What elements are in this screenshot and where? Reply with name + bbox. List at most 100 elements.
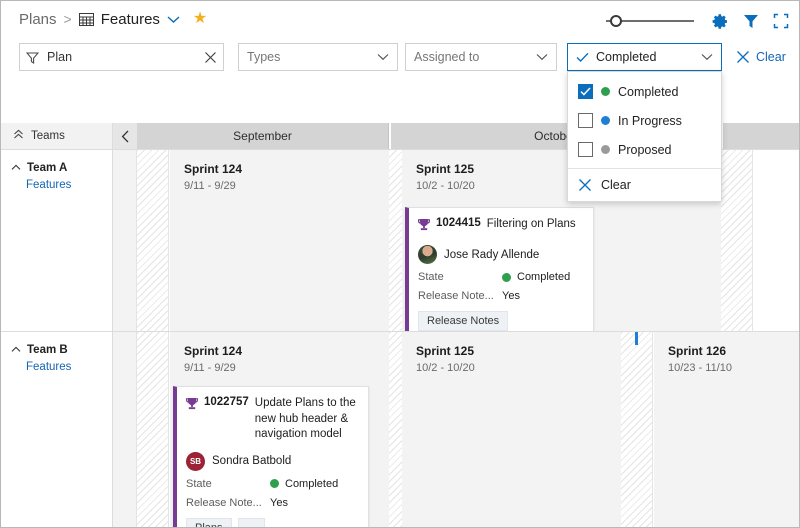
card-assignee: Jose Rady Allende: [418, 245, 583, 264]
breadcrumb-root[interactable]: Plans: [19, 11, 57, 28]
team-label: Team B: [27, 344, 68, 356]
types-filter-placeholder: Types: [247, 50, 281, 64]
state-option-in-progress[interactable]: In Progress: [568, 106, 721, 135]
assigned-to-filter-dropdown[interactable]: Assigned to: [405, 43, 557, 71]
card-field-release-note: Release Note... Yes: [186, 497, 358, 509]
row-gutter: [113, 332, 137, 527]
avatar: [418, 245, 437, 264]
card-title-row: 1024415 Filtering on Plans: [418, 217, 583, 236]
sprint-name: Sprint 125: [416, 344, 475, 358]
work-item-title: Update Plans to the new hub header & nav…: [254, 397, 356, 441]
hatched-gap: [137, 150, 169, 331]
sprint-name: Sprint 124: [184, 344, 243, 358]
card-field-release-note: Release Note... Yes: [418, 290, 583, 302]
zoom-slider[interactable]: [606, 12, 694, 30]
grid-icon: [78, 12, 94, 26]
chevron-down-icon[interactable]: [167, 15, 180, 24]
tag-chip[interactable]: Plans: [186, 517, 232, 527]
sprint-dates: 10/23 - 11/10: [668, 362, 733, 374]
field-value: Completed: [502, 271, 570, 283]
state-option-proposed[interactable]: Proposed: [568, 135, 721, 164]
hatched-gap: [721, 150, 753, 331]
star-icon[interactable]: ★: [193, 11, 207, 27]
funnel-icon[interactable]: [743, 13, 759, 29]
sprint-dates: 9/11 - 9/29: [184, 362, 236, 374]
card-tags: Plans …: [186, 517, 358, 527]
state-option-completed[interactable]: Completed: [568, 77, 721, 106]
field-value-text: Yes: [502, 290, 520, 302]
zoom-slider-thumb[interactable]: [610, 15, 622, 27]
status-dot-proposed: [601, 145, 610, 154]
close-icon: [578, 178, 592, 192]
chevron-down-icon: [701, 53, 713, 61]
checkbox-proposed[interactable]: [578, 142, 593, 157]
card-tags: Release Notes: [418, 311, 583, 331]
field-name: Release Note...: [418, 290, 494, 302]
trophy-icon: [186, 397, 198, 415]
chevron-up-icon[interactable]: [11, 344, 21, 356]
team-cell-b: Team B Features: [1, 332, 113, 527]
sprint-name: Sprint 126: [668, 344, 727, 358]
sprint-cell-124-a: Sprint 124 9/11 - 9/29: [170, 150, 389, 331]
checkbox-completed[interactable]: [578, 84, 593, 99]
state-option-label: In Progress: [618, 113, 682, 128]
double-chevron-up-icon[interactable]: [13, 129, 24, 143]
view-toolbar: [606, 9, 789, 33]
team-label: Team A: [27, 162, 68, 174]
hatched-gap: [137, 332, 169, 527]
teams-column-header[interactable]: Teams: [1, 123, 113, 149]
fullscreen-icon[interactable]: [773, 13, 789, 29]
status-dot-completed: [270, 479, 279, 489]
row-gutter: [113, 150, 137, 331]
clear-filters-button[interactable]: Clear: [736, 43, 786, 71]
today-marker: [635, 332, 638, 345]
team-cell-a: Team A Features: [1, 150, 113, 331]
tag-overflow-chip[interactable]: …: [237, 517, 265, 527]
state-filter-dropdown[interactable]: Completed: [567, 43, 722, 71]
hatched-gap: [621, 332, 653, 527]
sprint-cell-125-b: Sprint 125 10/2 - 10/20: [402, 332, 621, 527]
team-name-a[interactable]: Team A: [11, 162, 112, 174]
check-icon: [576, 52, 589, 63]
chevron-down-icon: [536, 53, 548, 61]
plan-filter-field[interactable]: Plan: [19, 43, 224, 71]
state-option-label: Proposed: [618, 142, 672, 157]
card-title-row: 1022757 Update Plans to the new hub head…: [186, 396, 358, 443]
work-item-title: Filtering on Plans: [486, 218, 576, 230]
field-name: State: [418, 271, 444, 283]
assigned-to-filter-placeholder: Assigned to: [414, 50, 480, 64]
field-value-text: Completed: [285, 477, 339, 490]
types-filter-dropdown[interactable]: Types: [238, 43, 398, 71]
field-value-text: Yes: [270, 496, 288, 509]
month-divider: [389, 123, 391, 149]
field-name: State: [186, 477, 212, 490]
field-value: Completed: [270, 478, 338, 490]
teams-column-label: Teams: [31, 130, 65, 142]
tag-chip[interactable]: Release Notes: [418, 311, 509, 331]
work-item-card[interactable]: 1024415 Filtering on Plans Jose Rady All…: [405, 207, 594, 340]
team-features-link-a[interactable]: Features: [26, 179, 112, 191]
month-header-september: September: [137, 123, 389, 149]
close-icon[interactable]: [204, 51, 217, 64]
sprint-dates: 10/2 - 10/20: [416, 362, 475, 374]
funnel-icon: [26, 51, 39, 64]
card-assignee: SB Sondra Batbold: [186, 451, 358, 471]
work-item-id: 1022757: [204, 396, 249, 408]
gear-icon[interactable]: [712, 13, 729, 30]
chevron-down-icon: [377, 53, 389, 61]
assignee-name: Sondra Batbold: [212, 455, 292, 468]
status-dot-completed: [502, 272, 511, 282]
state-menu-clear-button[interactable]: Clear: [568, 169, 721, 201]
breadcrumb-current[interactable]: Features: [101, 11, 160, 28]
checkbox-in-progress[interactable]: [578, 113, 593, 128]
chevron-up-icon[interactable]: [11, 162, 21, 174]
plans-timeline-window: Plans > Features ★ Plan Types Assigned t…: [0, 0, 800, 528]
state-option-label: Completed: [618, 84, 679, 99]
work-item-card[interactable]: 1022757 Update Plans to the new hub head…: [173, 386, 369, 527]
sprint-cell-126-b: Sprint 126 10/23 - 11/10: [654, 332, 799, 527]
plan-filter-value: Plan: [47, 50, 73, 64]
timeline-scroll-left-button[interactable]: [113, 123, 137, 149]
team-features-link-b[interactable]: Features: [26, 361, 112, 373]
state-filter-menu: Completed In Progress Proposed Clear: [567, 71, 722, 202]
team-name-b[interactable]: Team B: [11, 344, 112, 356]
